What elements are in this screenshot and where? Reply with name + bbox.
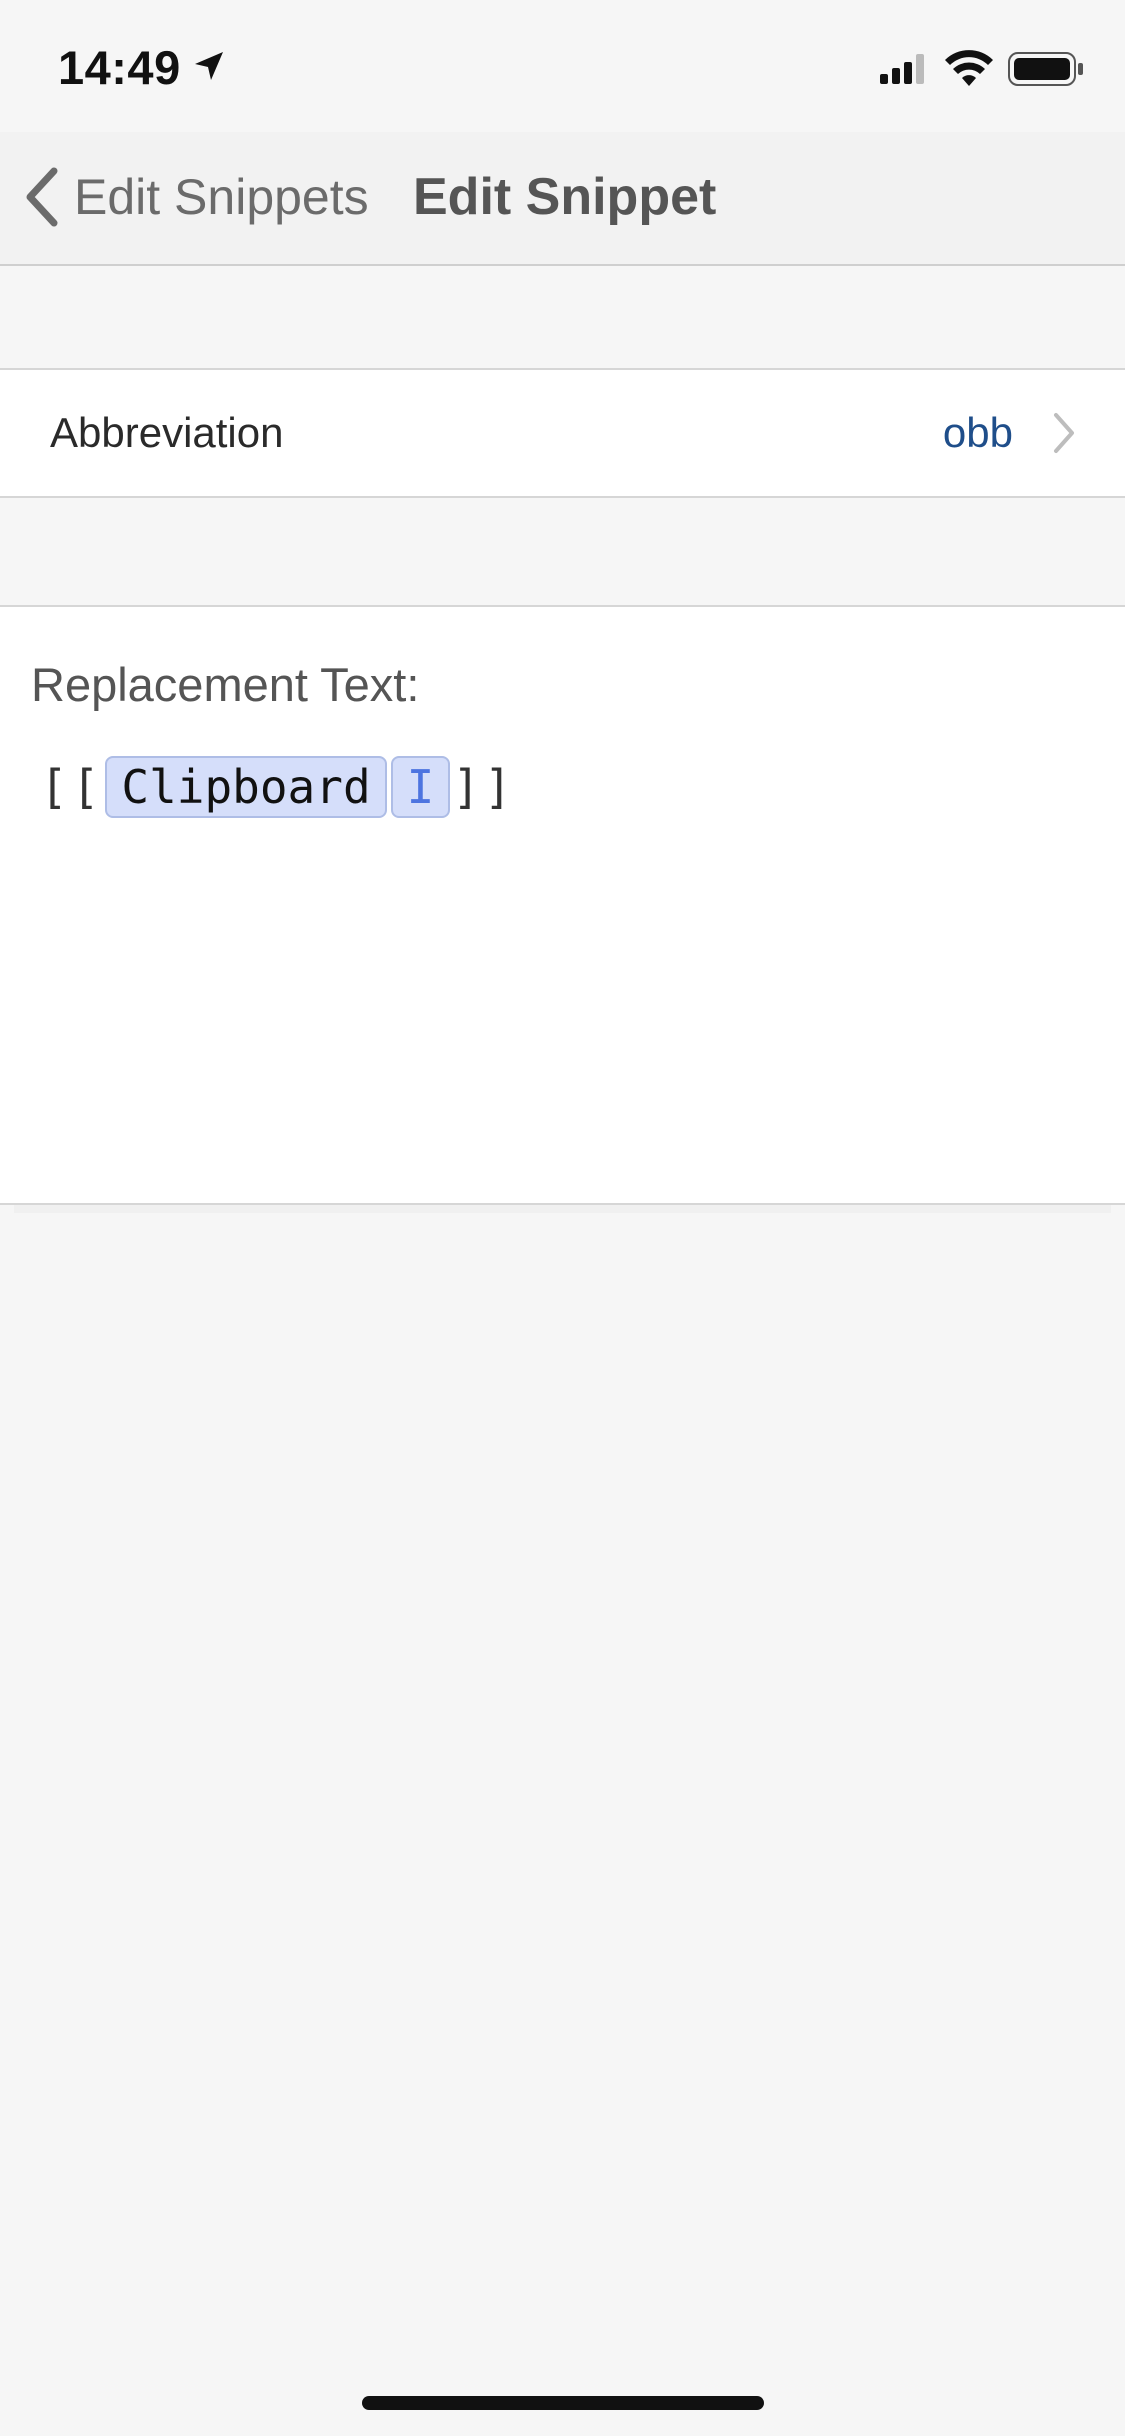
cellular-signal-icon — [880, 54, 924, 84]
back-button[interactable]: Edit Snippets — [22, 162, 369, 232]
status-time: 14:49 — [58, 41, 181, 94]
page-title: Edit Snippet — [413, 168, 717, 226]
chevron-left-icon — [26, 167, 58, 227]
navigation-bar: Edit Snippets Edit Snippet — [0, 132, 1125, 266]
wifi-icon — [945, 50, 993, 86]
replacement-text-editor[interactable]: [[ Clipboard I ]] — [40, 747, 516, 827]
open-brackets: [[ — [40, 760, 104, 814]
token-flag[interactable]: I — [390, 756, 451, 818]
close-brackets: ]] — [452, 760, 516, 814]
section-spacer — [0, 266, 1125, 368]
section-spacer — [0, 498, 1125, 605]
replacement-text-label: Replacement Text: — [31, 658, 420, 711]
replacement-text-section: Replacement Text: [[ Clipboard I ]] — [0, 605, 1125, 1205]
location-arrow-icon — [195, 52, 223, 80]
divider — [14, 1205, 1111, 1213]
abbreviation-row[interactable]: Abbreviation obb — [0, 368, 1125, 498]
home-indicator[interactable] — [362, 2396, 764, 2410]
clipboard-token[interactable]: Clipboard — [105, 756, 387, 818]
status-bar: 14:49 — [0, 0, 1125, 132]
chevron-right-icon — [1054, 413, 1074, 453]
abbreviation-value: obb — [942, 409, 1013, 456]
battery-icon — [1008, 52, 1083, 86]
back-button-label: Edit Snippets — [74, 169, 369, 225]
abbreviation-label: Abbreviation — [50, 409, 284, 456]
